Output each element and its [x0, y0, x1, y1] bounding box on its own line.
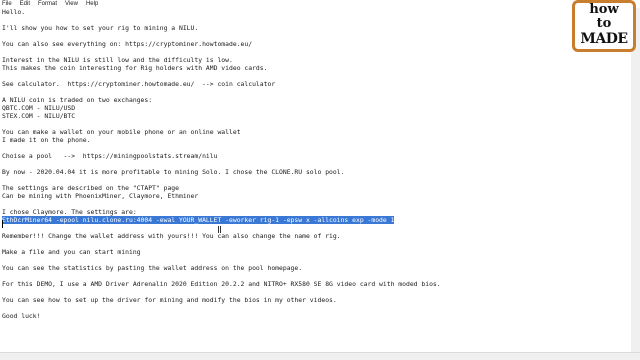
text-line-content: I chose Claymore. The settings are: — [2, 208, 137, 216]
menu-bar: File Edit Format View Help — [0, 0, 640, 8]
text-line-content: You can see how to set up the driver for… — [2, 296, 337, 304]
menu-item-format[interactable]: Format — [34, 0, 61, 8]
text-line-content: Remember!!! Change the wallet address wi… — [2, 232, 341, 240]
text-line: I chose Claymore. The settings are: — [2, 208, 137, 216]
text-line-content: Make a file and you can start mining — [2, 248, 141, 256]
text-line: STEX.COM - NILU/BTC — [2, 112, 75, 120]
text-line: This makes the coin interesting for Rig … — [2, 64, 267, 72]
text-line: Interest in the NILU is still low and th… — [2, 56, 233, 64]
text-line-content: See calculator. https://cryptominer.howt… — [2, 80, 276, 88]
menu-item-help[interactable]: Help — [82, 0, 102, 8]
text-line-content: QBTC.COM - NILU/USD — [2, 104, 76, 112]
text-line-content: Choise a pool --> https://miningpoolstat… — [2, 152, 218, 160]
text-line-content: I'll show you how to set your rig to min… — [2, 24, 199, 32]
text-line-content: This makes the coin interesting for Rig … — [2, 64, 268, 72]
text-line: QBTC.COM - NILU/USD — [2, 104, 75, 112]
text-line: Hello. — [2, 8, 25, 16]
text-line: Make a file and you can start mining — [2, 248, 141, 256]
text-caret — [2, 220, 3, 228]
logo-line-how: how — [589, 2, 619, 17]
howtomade-logo: how to MADE — [572, 0, 636, 52]
text-line-content: You can also see everything on: https://… — [2, 40, 253, 48]
text-line-content: The settings are described on the "СТАРТ… — [2, 184, 179, 192]
text-line: See calculator. https://cryptominer.howt… — [2, 80, 275, 88]
vertical-scrollbar[interactable] — [631, 8, 640, 352]
text-line: You can see the statistics by pasting th… — [2, 264, 302, 272]
text-line: Choise a pool --> https://miningpoolstat… — [2, 152, 217, 160]
text-line-content: A NILU coin is traded on two exchanges: — [2, 96, 153, 104]
text-line: Can be mining with PhoenixMiner, Claymor… — [2, 192, 198, 200]
text-line: Remember!!! Change the wallet address wi… — [2, 232, 341, 240]
menu-item-view[interactable]: View — [61, 0, 82, 8]
logo-line-made: MADE — [580, 31, 628, 47]
text-line-content: You can make a wallet on your mobile pho… — [2, 128, 241, 136]
text-line: A NILU coin is traded on two exchanges: — [2, 96, 152, 104]
text-line-content: By now - 2020.04.04 it is more profitabl… — [2, 168, 345, 176]
text-line-content: You can see the statistics by pasting th… — [2, 264, 303, 272]
selected-text-line: EthDcrMiner64 -epool nilu.clone.ru:4004 … — [2, 216, 395, 224]
text-line: You can also see everything on: https://… — [2, 40, 252, 48]
text-line-content: EthDcrMiner64 -epool nilu.clone.ru:4004 … — [2, 216, 395, 224]
text-line: The settings are described on the "СТАРТ… — [2, 184, 179, 192]
text-line-content: Hello. — [2, 8, 26, 16]
text-line-content: For this DEMO, I use a AMD Driver Adrena… — [2, 280, 441, 288]
text-line-content: I made it on the phone. — [2, 136, 91, 144]
text-line-content: Good luck! — [2, 312, 41, 320]
text-line: You can make a wallet on your mobile pho… — [2, 128, 241, 136]
text-editor-area[interactable]: Hello. I'll show you how to set your rig … — [0, 8, 600, 352]
menu-item-file[interactable]: File — [0, 0, 16, 8]
text-line: For this DEMO, I use a AMD Driver Adrena… — [2, 280, 441, 288]
menu-item-edit[interactable]: Edit — [16, 0, 34, 8]
text-line: I made it on the phone. — [2, 136, 91, 144]
text-line-content: STEX.COM - NILU/BTC — [2, 112, 76, 120]
text-line: You can see how to set up the driver for… — [2, 296, 337, 304]
ibeam-cursor-icon — [218, 226, 221, 233]
logo-line-to: to — [596, 16, 612, 31]
text-line-content: Interest in the NILU is still low and th… — [2, 56, 233, 64]
text-line: By now - 2020.04.04 it is more profitabl… — [2, 168, 344, 176]
text-line: Good luck! — [2, 312, 40, 320]
text-line-content: Can be mining with PhoenixMiner, Claymor… — [2, 192, 199, 200]
text-line: I'll show you how to set your rig to min… — [2, 24, 198, 32]
status-bar — [0, 352, 640, 360]
